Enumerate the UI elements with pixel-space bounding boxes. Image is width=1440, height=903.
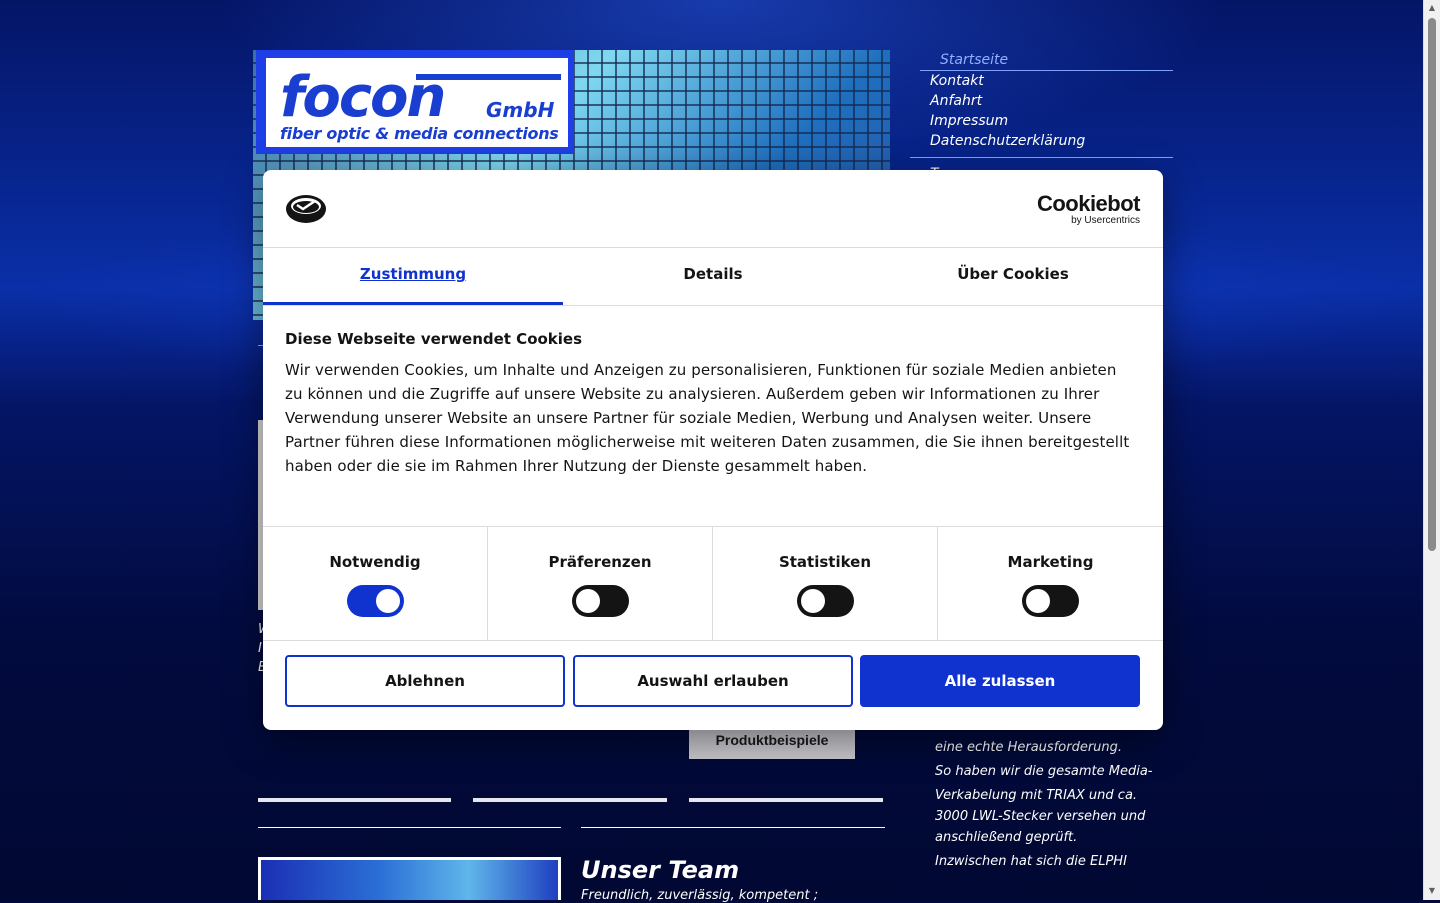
marketing-toggle[interactable]	[1022, 585, 1079, 617]
nav-item-anfahrt[interactable]: Anfahrt	[910, 91, 1174, 111]
scrollbar-thumb[interactable]	[1428, 18, 1436, 551]
dialog-description: Wir verwenden Cookies, um Inhalte und An…	[285, 361, 1130, 475]
logo-gmbh: GmbH	[486, 98, 555, 122]
nav-item-startseite[interactable]: Startseite	[920, 50, 1173, 71]
allow-selection-button[interactable]: Auswahl erlauben	[573, 655, 853, 707]
cookie-icon	[286, 195, 326, 223]
toggle-knob	[800, 589, 825, 613]
section-bar	[258, 798, 451, 802]
tab-zustimmung[interactable]: Zustimmung	[263, 248, 563, 305]
cookie-consent-dialog: Cookiebot by Usercentrics Zustimmung Det…	[263, 170, 1163, 730]
team-title: Unser Team	[581, 856, 740, 884]
tab-details[interactable]: Details	[563, 248, 863, 305]
logo-dot	[518, 74, 530, 80]
consent-toggles: Notwendig Präferenzen Statistiken Market…	[263, 526, 1163, 641]
toggle-knob	[1026, 589, 1050, 613]
cookiebot-name: Cookiebot	[1036, 191, 1141, 216]
news-paragraph: Verkabelung mit TRIAX und ca. 3000 LWL-S…	[935, 788, 1146, 845]
main-navigation: Startseite Kontakt Anfahrt Impressum Dat…	[910, 50, 1174, 184]
team-photo[interactable]	[258, 857, 561, 900]
toggle-label: Statistiken	[778, 553, 872, 571]
toggle-cell-praeferenzen: Präferenzen	[488, 527, 713, 640]
toggle-knob	[575, 589, 600, 613]
toggle-cell-marketing: Marketing	[938, 527, 1163, 640]
scroll-up-icon[interactable]: ▲	[1427, 3, 1437, 13]
toggle-cell-statistiken: Statistiken	[713, 527, 938, 640]
dialog-title: Diese Webseite verwendet Cookies	[285, 330, 583, 348]
section-divider	[258, 827, 561, 828]
company-logo[interactable]: focon GmbH fiber optic & media connectio…	[256, 50, 574, 154]
nav-item-kontakt[interactable]: Kontakt	[910, 71, 1174, 91]
statistics-toggle[interactable]	[796, 585, 854, 617]
news-paragraph: eine echte Herausforderung.	[935, 740, 1123, 755]
news-paragraph: Inzwischen hat sich die ELPHI	[935, 854, 1127, 869]
content-text-line: I	[258, 641, 262, 656]
dialog-body: Diese Webseite verwendet Cookies Wir ver…	[285, 330, 1135, 478]
necessary-toggle[interactable]	[346, 585, 404, 617]
dialog-buttons: Ablehnen Auswahl erlauben Alle zulassen	[285, 655, 1141, 707]
news-paragraph: So haben wir die gesamte Media-	[935, 764, 1153, 779]
decline-button[interactable]: Ablehnen	[285, 655, 565, 707]
preferences-toggle[interactable]	[571, 585, 629, 617]
dialog-tabs: Zustimmung Details Über Cookies	[263, 248, 1163, 306]
dialog-header: Cookiebot by Usercentrics	[263, 170, 1163, 248]
toggle-knob	[375, 589, 400, 613]
toggle-cell-notwendig: Notwendig	[263, 527, 488, 640]
logo-word: focon	[280, 65, 446, 130]
toggle-label: Notwendig	[329, 553, 421, 571]
section-bar	[473, 798, 667, 802]
sidebar-news-text: eine echte Herausforderung. So haben wir…	[935, 737, 1155, 875]
toggle-label: Präferenzen	[548, 553, 652, 571]
team-subtitle: Freundlich, zuverlässig, kompetent ;	[581, 888, 819, 903]
section-bar	[689, 798, 883, 802]
cookiebot-brand[interactable]: Cookiebot by Usercentrics	[1036, 191, 1141, 226]
section-divider	[581, 827, 885, 828]
logo-tagline: fiber optic & media connections	[280, 124, 559, 143]
logo-dot	[540, 74, 552, 80]
cookiebot-byline: by Usercentrics	[1071, 215, 1140, 226]
logo-plate: focon GmbH fiber optic & media connectio…	[266, 58, 568, 147]
nav-item-impressum[interactable]: Impressum	[910, 111, 1174, 131]
page-scrollbar[interactable]: ▲ ▼	[1423, 0, 1440, 900]
allow-all-button[interactable]: Alle zulassen	[860, 655, 1140, 707]
scroll-down-icon[interactable]: ▼	[1427, 886, 1437, 896]
logo-dot	[496, 74, 508, 80]
tab-ueber-cookies[interactable]: Über Cookies	[863, 248, 1163, 305]
nav-item-datenschutz[interactable]: Datenschutzerklärung	[910, 131, 1174, 151]
toggle-label: Marketing	[1007, 553, 1094, 571]
nav-divider	[910, 157, 1173, 158]
